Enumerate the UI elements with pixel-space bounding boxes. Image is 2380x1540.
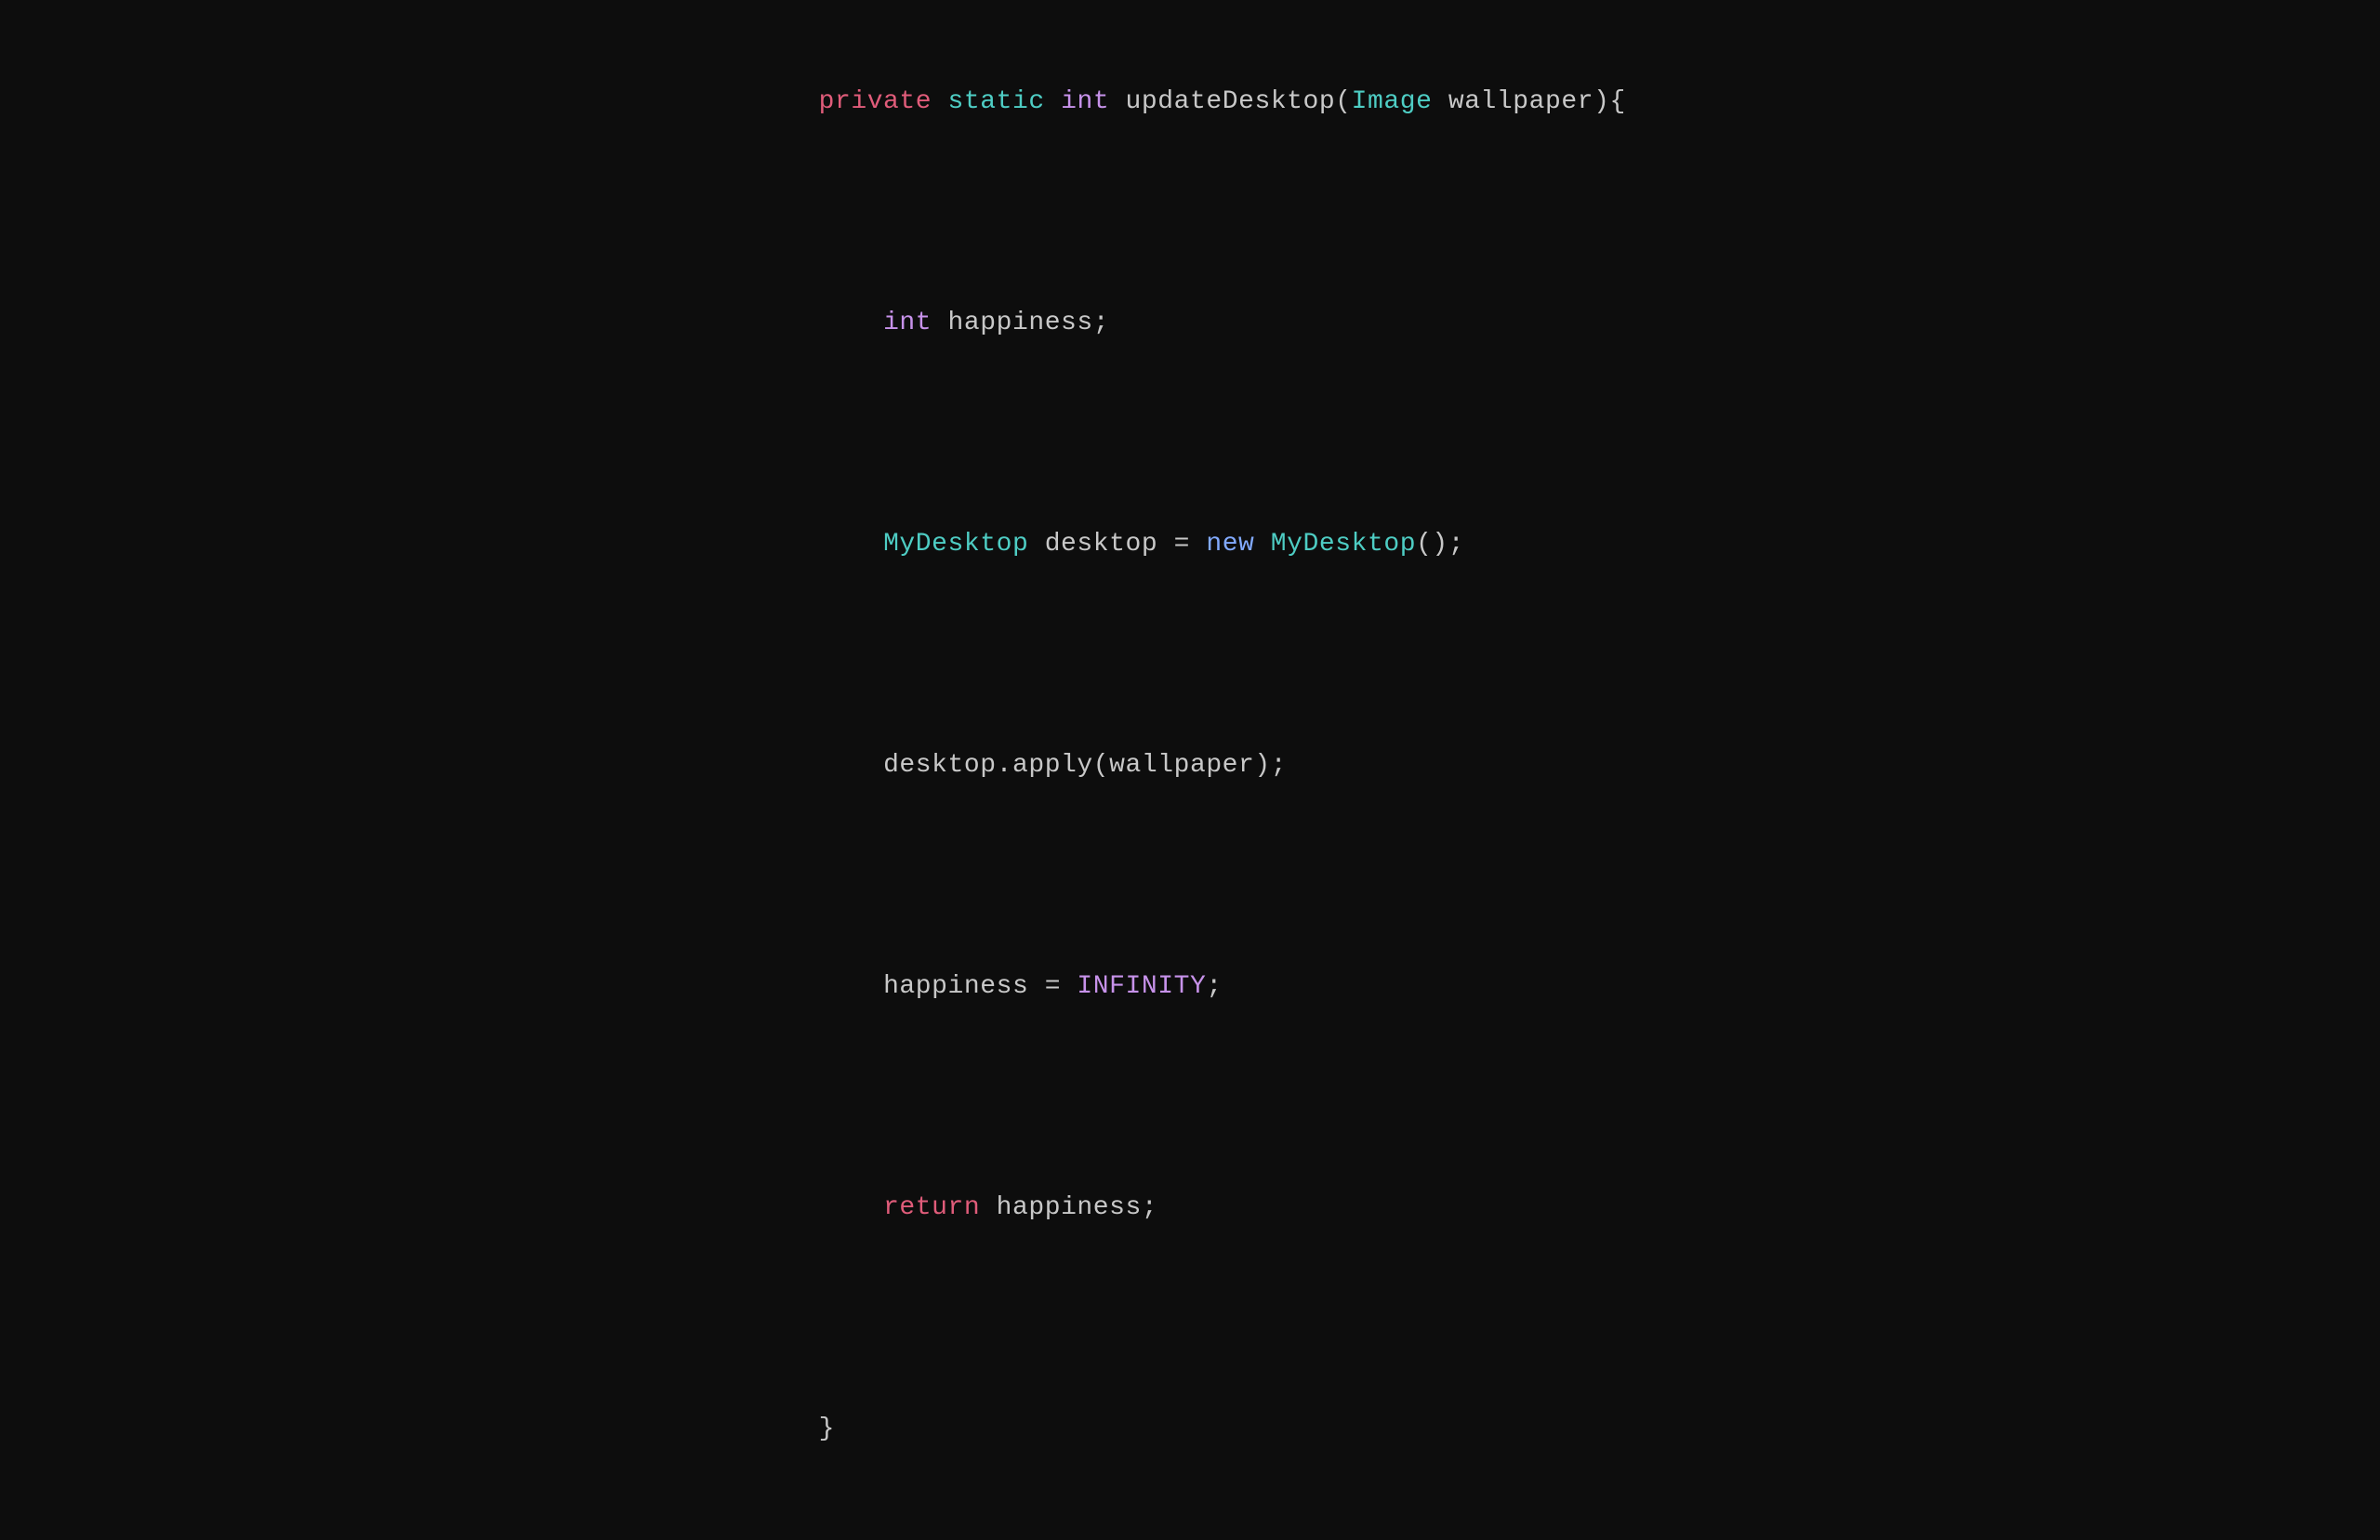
indent: [819, 1193, 883, 1222]
param-type-image: Image: [1352, 87, 1433, 116]
code-line-3: MyDesktop desktop = new MyDesktop();: [754, 478, 1626, 611]
keyword-return: return: [883, 1193, 980, 1222]
return-value: happiness;: [980, 1193, 1157, 1222]
indent: [819, 530, 883, 559]
apply-call: desktop.apply(wallpaper);: [883, 751, 1287, 780]
var-happiness: happiness;: [932, 309, 1109, 337]
keyword-private: private: [819, 87, 932, 116]
happiness-assign: happiness =: [883, 972, 1077, 1001]
code-line-5: happiness = INFINITY;: [754, 920, 1626, 1053]
class-mydesktop-2: MyDesktop: [1271, 530, 1416, 559]
code-line-1: private static int updateDesktop(Image w…: [754, 36, 1626, 169]
code-line-7: }: [754, 1362, 1626, 1495]
space: [1045, 87, 1061, 116]
code-line-4: desktop.apply(wallpaper);: [754, 699, 1626, 832]
constant-infinity: INFINITY: [1077, 972, 1206, 1001]
param-rest: wallpaper){: [1432, 87, 1625, 116]
closing-brace: }: [819, 1415, 835, 1443]
constructor-call: ();: [1416, 530, 1464, 559]
var-desktop: desktop =: [1028, 530, 1206, 559]
space: [1254, 530, 1270, 559]
indent: [819, 972, 883, 1001]
code-line-6: return happiness;: [754, 1141, 1626, 1274]
method-signature: updateDesktop(: [1109, 87, 1351, 116]
code-line-2: int happiness;: [754, 257, 1626, 389]
indent: [819, 309, 883, 337]
keyword-int: int: [1061, 87, 1109, 116]
semicolon: ;: [1206, 972, 1222, 1001]
class-mydesktop: MyDesktop: [883, 530, 1028, 559]
keyword-int-2: int: [883, 309, 932, 337]
code-display: private static int updateDesktop(Image w…: [754, 0, 1626, 1540]
keyword-new: new: [1206, 530, 1254, 559]
space: [932, 87, 947, 116]
indent: [819, 751, 883, 780]
keyword-static: static: [948, 87, 1045, 116]
